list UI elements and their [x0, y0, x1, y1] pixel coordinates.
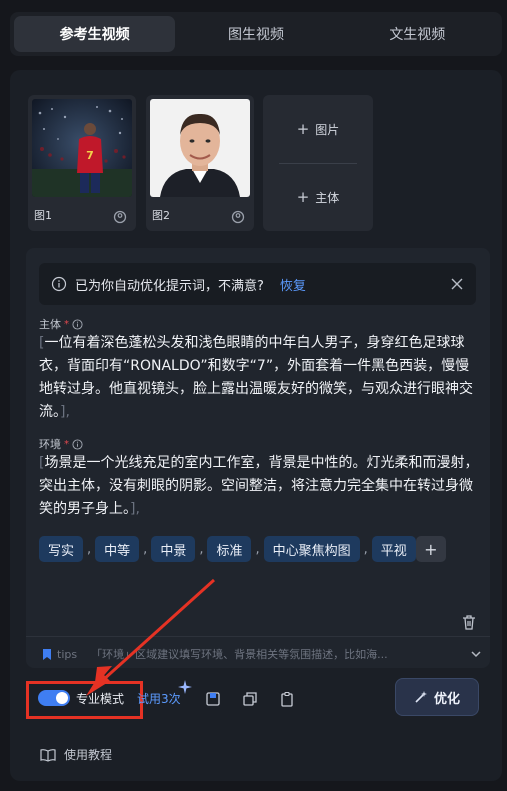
main-panel: 7 图1 图2 + 图片 + 主体 已为你自动优化提示词，不满意? 恢复 主体 … — [10, 70, 502, 781]
tag-separator: , — [199, 541, 204, 557]
environment-content: 场景是一个光线充足的室内工作室，背景是中性的。灯光柔和而漫射，突出主体，没有刺眼… — [39, 455, 479, 517]
sparkle-icon — [178, 680, 192, 694]
tag-item[interactable]: 写实 — [39, 536, 84, 562]
tag-separator: , — [87, 541, 92, 557]
magic-wand-icon — [415, 691, 427, 703]
copy-icon[interactable] — [242, 691, 258, 707]
mode-tabs: 参考生视频 图生视频 文生视频 — [10, 12, 502, 56]
prompt-editor[interactable]: 已为你自动优化提示词，不满意? 恢复 主体 * [一位有着深色蓬松头发和浅色眼睛… — [26, 248, 490, 668]
close-bracket: ], — [130, 501, 140, 517]
tag-item[interactable]: 平视 — [371, 536, 416, 562]
tab-text-to-video[interactable]: 文生视频 — [337, 16, 498, 52]
chevron-down-icon[interactable] — [470, 648, 482, 660]
tag-item[interactable]: 中等 — [95, 536, 140, 562]
annotation-highlight-box — [26, 681, 143, 719]
bookmark-icon — [43, 648, 51, 660]
swap-icon[interactable] — [112, 209, 128, 225]
bottom-toolbar: 专业模式 试用3次 优化 — [10, 678, 502, 719]
optimization-notice: 已为你自动优化提示词，不满意? 恢复 — [39, 263, 476, 305]
tag-item[interactable]: 标准 — [207, 536, 252, 562]
close-icon[interactable] — [450, 277, 464, 291]
required-mark: * — [64, 318, 69, 330]
add-subject-button[interactable]: + 主体 — [263, 163, 373, 231]
reference-label-1: 图1 — [34, 209, 52, 222]
trial-count: 试用3次 — [137, 692, 181, 706]
optimize-label: 优化 — [433, 691, 460, 707]
svg-text:7: 7 — [86, 149, 94, 162]
tips-text: 「环境」区域建议填写环境、背景相关等氛围描述，比如海... — [91, 648, 388, 661]
subject-label: 主体 * — [39, 316, 83, 332]
tips-label: tips — [57, 647, 78, 661]
tutorial-label: 使用教程 — [64, 748, 113, 762]
add-image-label: 图片 — [315, 122, 340, 137]
trash-icon[interactable] — [460, 613, 478, 631]
tips-bar[interactable]: tips 「环境」区域建议填写环境、背景相关等氛围描述，比如海... — [42, 646, 482, 662]
restore-button[interactable]: 恢复 — [280, 275, 306, 294]
reference-image-2 — [150, 99, 250, 197]
info-icon — [51, 276, 67, 292]
divider — [26, 636, 490, 637]
add-tag-button[interactable]: + — [415, 536, 446, 562]
info-icon[interactable] — [72, 318, 83, 330]
environment-label-text: 环境 — [39, 438, 61, 451]
plus-icon: + — [296, 188, 310, 206]
clipboard-icon[interactable] — [279, 691, 295, 707]
required-mark: * — [64, 438, 69, 450]
bookmark-icon[interactable] — [205, 691, 221, 707]
tutorial-link[interactable]: 使用教程 — [40, 746, 112, 763]
info-icon[interactable] — [72, 438, 83, 450]
tag-item[interactable]: 中心聚焦构图 — [263, 536, 360, 562]
tag-separator: , — [143, 541, 148, 557]
notice-text: 已为你自动优化提示词，不满意? — [75, 278, 264, 294]
tag-item[interactable]: 中景 — [151, 536, 196, 562]
reference-image-1: 7 — [32, 99, 132, 197]
subject-content: 一位有着深色蓬松头发和浅色眼睛的中年白人男子，身穿红色足球球衣，背面印有“RON… — [39, 335, 473, 420]
environment-text[interactable]: [场景是一个光线充足的室内工作室，背景是中性的。灯光柔和而漫射，突出主体，没有刺… — [39, 452, 479, 521]
add-reference-card: + 图片 + 主体 — [263, 95, 373, 231]
style-tags: 写实 , 中等 , 中景 , 标准 , 中心聚焦构图 , 平视 + — [39, 536, 479, 562]
book-icon — [40, 748, 56, 762]
reference-label-2: 图2 — [152, 209, 170, 222]
swap-icon[interactable] — [230, 209, 246, 225]
tag-separator: , — [363, 541, 368, 557]
add-image-button[interactable]: + 图片 — [263, 95, 373, 163]
subject-text[interactable]: [一位有着深色蓬松头发和浅色眼睛的中年白人男子，身穿红色足球球衣，背面印有“RO… — [39, 332, 479, 424]
tab-reference-video[interactable]: 参考生视频 — [14, 16, 176, 52]
plus-icon: + — [296, 120, 310, 138]
tag-separator: , — [255, 541, 260, 557]
reference-card-1[interactable]: 7 图1 — [28, 95, 136, 231]
reference-card-2[interactable]: 图2 — [146, 95, 254, 231]
close-bracket: ], — [60, 404, 70, 420]
tab-image-to-video[interactable]: 图生视频 — [175, 16, 336, 52]
environment-label: 环境 * — [39, 436, 83, 452]
optimize-button[interactable]: 优化 — [395, 678, 479, 716]
subject-label-text: 主体 — [39, 318, 61, 331]
add-subject-label: 主体 — [315, 190, 340, 205]
